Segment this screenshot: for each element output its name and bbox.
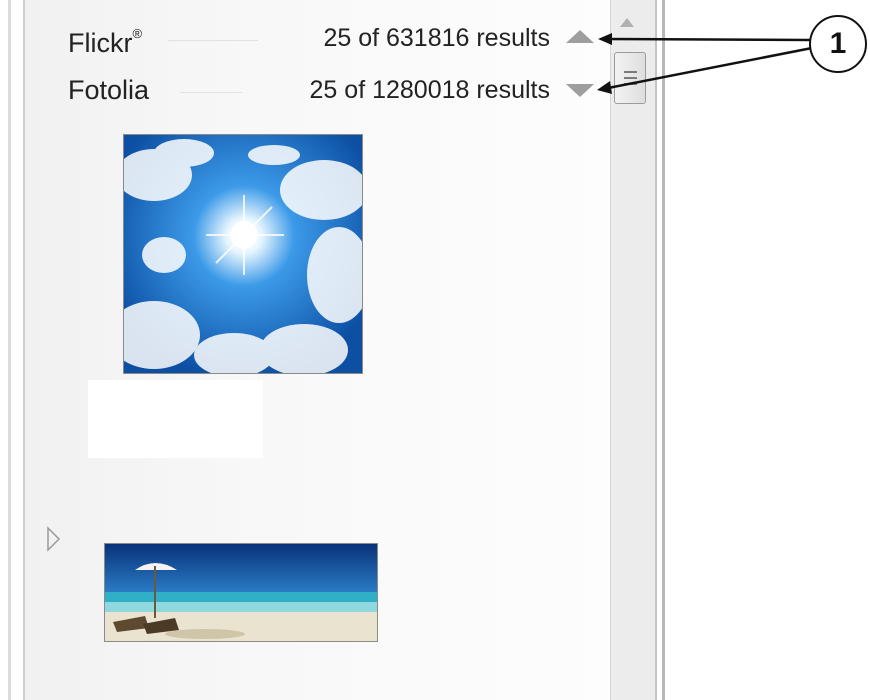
callout-number-badge: 1 [809, 15, 867, 73]
callout-leader-lines [597, 33, 813, 94]
